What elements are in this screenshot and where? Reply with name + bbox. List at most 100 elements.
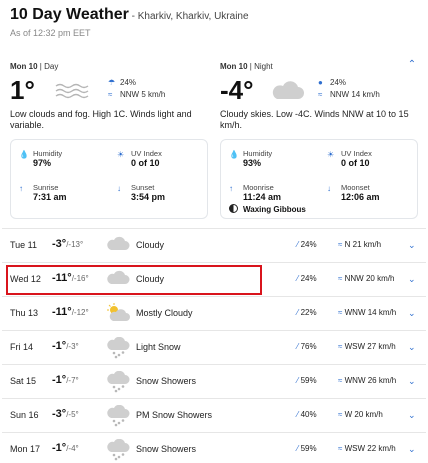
day-period: | Day — [37, 62, 59, 71]
snow-icon — [106, 336, 130, 359]
wind-icon: ≈ — [338, 444, 343, 453]
expand-chevron-icon[interactable]: ⌄ — [408, 342, 416, 353]
forecast-low: /-13° — [66, 240, 84, 249]
day-precip-value: 24% — [120, 78, 137, 87]
forecast-wind-value: WSW 27 km/h — [344, 342, 396, 351]
moonrise-icon: ↑ — [229, 184, 233, 193]
forecast-row[interactable]: Tue 11 -3°/-13° Cloudy ⁄ 24% ≈ N 21 km/h ⌄ — [2, 228, 426, 262]
wind-icon: ≈ — [338, 308, 343, 317]
sunset-value: 3:54 pm — [131, 192, 166, 202]
snow-icon — [106, 370, 130, 393]
moonset-value: 12:06 am — [341, 192, 380, 202]
night-date: Mon 10 — [220, 62, 248, 71]
expand-chevron-icon[interactable]: ⌄ — [408, 410, 416, 421]
day-temperature: 1° — [10, 75, 35, 105]
moonset-icon: ↓ — [327, 184, 331, 193]
wind-icon: ≈ — [338, 240, 343, 249]
forecast-row[interactable]: Fri 14 -1°/-3° Light Snow ⁄ 76% ≈ WSW 27 km/… — [2, 330, 426, 364]
forecast-precip: ⁄ 59% — [297, 444, 317, 453]
uv-value: 0 of 10 — [341, 158, 370, 168]
forecast-day: Mon 17 — [10, 444, 41, 454]
forecast-day: Tue 11 — [10, 240, 38, 250]
forecast-condition: Mostly Cloudy — [136, 308, 193, 318]
forecast-wind-value: W 20 km/h — [344, 410, 383, 419]
uv-label: UV Index — [131, 149, 162, 158]
forecast-precip: ⁄ 40% — [297, 410, 317, 419]
precip-drop-icon: ⁄ — [297, 410, 299, 419]
forecast-day: Fri 14 — [10, 342, 34, 352]
forecast-temps: -1°/-4° — [52, 442, 79, 454]
forecast-temps: -3°/-5° — [52, 408, 79, 420]
uv-label: UV Index — [341, 149, 372, 158]
forecast-precip-value: 22% — [300, 308, 317, 317]
forecast-high: -11° — [52, 306, 72, 318]
night-wind: ≈ NNW 14 km/h — [318, 89, 380, 101]
precip-drop-icon: ⁄ — [297, 274, 299, 283]
forecast-day: Sat 15 — [10, 376, 37, 386]
moonrise-label: Moonrise — [243, 183, 274, 192]
forecast-temps: -1°/-3° — [52, 340, 79, 352]
wind-icon: ≈ — [338, 274, 343, 283]
forecast-condition: Cloudy — [136, 240, 165, 250]
wind-icon: ≈ — [338, 376, 343, 385]
night-section: Mon 10 | Night -4° ● 24% ≈ NNW 14 km/h Clo… — [220, 62, 418, 227]
forecast-row[interactable]: Sun 16 -3°/-5° PM Snow Showers ⁄ 40% ≈ W 20 … — [2, 398, 426, 432]
night-precip: ● 24% — [318, 77, 380, 89]
snow-icon — [106, 404, 130, 427]
page-header: 10 Day Weather - Kharkiv, Kharkiv, Ukrai… — [10, 6, 420, 38]
day-precip: ☂ 24% — [108, 77, 165, 89]
forecast-temps: -11°/-12° — [52, 306, 89, 318]
forecast-temps: -3°/-13° — [52, 238, 83, 250]
forecast-high: -1° — [52, 442, 67, 454]
expand-chevron-icon[interactable]: ⌄ — [408, 274, 416, 285]
forecast-precip-value: 59% — [300, 376, 317, 385]
forecast-wind: ≈ WSW 22 km/h — [338, 444, 396, 453]
humidity-label: Humidity — [33, 149, 63, 158]
night-summary: Cloudy skies. Low -4C. Winds NNW at 10 t… — [220, 109, 409, 130]
night-humidity: 💧 Humidity 93% — [229, 149, 272, 168]
uv-value: 0 of 10 — [131, 158, 160, 168]
night-period: | Night — [247, 62, 273, 71]
forecast-precip: ⁄ 24% — [297, 274, 317, 283]
forecast-day: Sun 16 — [10, 410, 39, 420]
forecast-wind-value: WSW 22 km/h — [344, 444, 396, 453]
forecast-condition: Light Snow — [136, 342, 181, 352]
forecast-low: /-3° — [66, 342, 79, 351]
day-wind-value: NNW 5 km/h — [120, 90, 166, 99]
expand-chevron-icon[interactable]: ⌄ — [408, 308, 416, 319]
precip-drop-icon: ⁄ — [297, 342, 299, 351]
expand-chevron-icon[interactable]: ⌄ — [408, 444, 416, 455]
partly-cloudy-icon — [106, 303, 130, 325]
moonrise-value: 11:24 am — [243, 192, 282, 202]
forecast-precip: ⁄ 22% — [297, 308, 317, 317]
forecast-high: -1° — [52, 374, 67, 386]
wind-icon: ≈ — [108, 90, 113, 99]
day-sunrise: ↑ Sunrise 7:31 am — [19, 183, 67, 202]
title-line: 10 Day Weather - Kharkiv, Kharkiv, Ukrai… — [10, 6, 420, 24]
precip-drop-icon: ⁄ — [297, 444, 299, 453]
night-detail-card: 💧 Humidity 93% ☀ UV Index 0 of 10 ↑ Moon… — [220, 139, 418, 219]
night-temp-row: -4° ● 24% ≈ NNW 14 km/h — [220, 75, 410, 105]
expand-chevron-icon[interactable]: ⌄ — [408, 240, 416, 251]
day-wind: ≈ NNW 5 km/h — [108, 89, 165, 101]
forecast-row[interactable]: Mon 17 -1°/-4° Snow Showers ⁄ 59% ≈ WSW 22 k… — [2, 432, 426, 463]
humidity-value: 93% — [243, 158, 262, 168]
uv-icon: ☀ — [117, 150, 125, 159]
forecast-wind: ≈ WNW 14 km/h — [338, 308, 396, 317]
forecast-precip-value: 24% — [300, 240, 317, 249]
forecast-low: /-12° — [71, 308, 89, 317]
precip-drop-icon: ⁄ — [297, 240, 299, 249]
forecast-temps: -1°/-7° — [52, 374, 79, 386]
forecast-wind: ≈ WNW 26 km/h — [338, 376, 396, 385]
day-sunset: ↓ Sunset 3:54 pm — [117, 183, 165, 202]
forecast-high: -1° — [52, 340, 67, 352]
day-uv: ☀ UV Index 0 of 10 — [117, 149, 162, 168]
forecast-precip: ⁄ 59% — [297, 376, 317, 385]
fog-icon — [55, 83, 89, 99]
forecast-high: -3° — [52, 408, 67, 420]
forecast-row[interactable]: Thu 13 -11°/-12° Mostly Cloudy ⁄ 22% ≈ WNW 1… — [2, 296, 426, 330]
expand-chevron-icon[interactable]: ⌄ — [408, 376, 416, 387]
forecast-row[interactable]: Sat 15 -1°/-7° Snow Showers ⁄ 59% ≈ WNW 26 k… — [2, 364, 426, 398]
night-uv: ☀ UV Index 0 of 10 — [327, 149, 372, 168]
day-mini-stats: ☂ 24% ≈ NNW 5 km/h — [108, 77, 165, 101]
